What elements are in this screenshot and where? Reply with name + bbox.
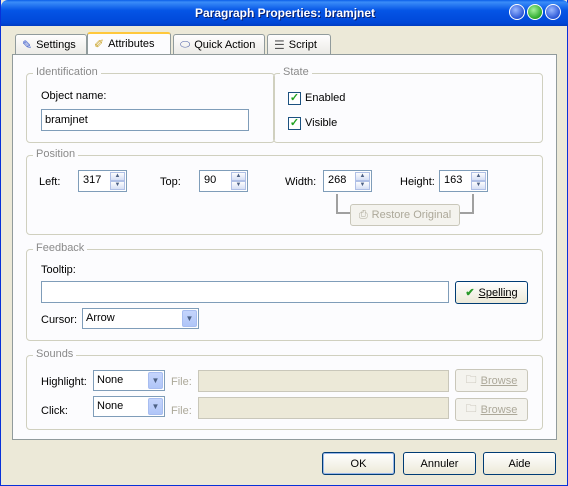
left-label: Left: <box>39 176 61 188</box>
folder-icon: 🗀 <box>465 403 477 415</box>
disk-icon: ⬭ <box>180 37 191 51</box>
window-title: Paragraph Properties: bramjnet <box>194 6 376 20</box>
spin-up-icon[interactable]: ▲ <box>471 172 486 181</box>
object-name-label: Object name: <box>41 90 107 102</box>
tooltip-input[interactable] <box>41 281 449 303</box>
highlight-file-input[interactable] <box>198 370 449 392</box>
browse-label: Browse <box>480 374 518 387</box>
left-value: 317 <box>83 174 102 186</box>
feedback-legend: Feedback <box>33 242 88 254</box>
ok-button[interactable]: OK <box>322 452 395 475</box>
spin-down-icon[interactable]: ▼ <box>231 181 246 190</box>
top-spinner[interactable]: 90 ▲ ▼ <box>199 170 248 192</box>
tab-settings[interactable]: ✎ Settings <box>15 34 87 54</box>
tab-script[interactable]: ☰ Script <box>267 34 331 54</box>
position-legend: Position <box>33 148 79 160</box>
cancel-label: Annuler <box>420 457 459 470</box>
highlight-browse-button[interactable]: 🗀 Browse <box>455 369 528 392</box>
checkmark-icon: ✔ <box>465 287 475 299</box>
spin-up-icon[interactable]: ▲ <box>231 172 246 181</box>
click-file-input[interactable] <box>198 397 449 419</box>
visible-label: Visible <box>305 117 338 129</box>
click-sound-value: None <box>97 400 124 412</box>
tab-attributes[interactable]: ✐ Attributes <box>87 32 171 54</box>
tab-script-label: Script <box>288 38 317 51</box>
width-value: 268 <box>328 174 347 186</box>
spin-down-icon[interactable]: ▼ <box>355 181 370 190</box>
height-value: 163 <box>444 174 463 186</box>
cursor-select[interactable]: Arrow ▼ <box>82 308 199 329</box>
highlight-file-label: File: <box>171 376 192 388</box>
chevron-down-icon[interactable]: ▼ <box>182 310 197 327</box>
width-label: Width: <box>285 176 317 188</box>
cursor-label: Cursor: <box>41 314 78 326</box>
top-value: 90 <box>204 174 217 186</box>
restore-original-button[interactable]: ⎙ Restore Original <box>350 204 460 226</box>
visible-checkbox[interactable]: ✓ <box>288 117 301 130</box>
cursor-value: Arrow <box>86 312 115 324</box>
height-label: Height: <box>400 176 435 188</box>
click-sound-select[interactable]: None ▼ <box>93 396 165 417</box>
state-group: State ✓ Enabled ✓ Visible <box>273 66 543 143</box>
spelling-button[interactable]: ✔ Spelling <box>455 281 528 304</box>
folder-icon: 🗀 <box>465 374 477 386</box>
enabled-checkbox[interactable]: ✓ <box>288 92 301 105</box>
sounds-legend: Sounds <box>33 348 77 360</box>
maximize-button[interactable] <box>527 4 543 20</box>
height-spinner[interactable]: 163 ▲ ▼ <box>439 170 488 192</box>
restore-icon: ⎙ <box>358 208 368 221</box>
ok-label: OK <box>350 457 367 470</box>
help-label: Aide <box>508 457 531 470</box>
click-label: Click: <box>41 405 68 417</box>
chevron-down-icon[interactable]: ▼ <box>148 372 163 389</box>
tab-quick-action-label: Quick Action <box>194 38 256 51</box>
object-name-input[interactable]: bramjnet <box>41 109 249 131</box>
spin-up-icon[interactable]: ▲ <box>110 172 125 181</box>
click-file-label: File: <box>171 405 192 417</box>
brush-icon: ✎ <box>22 37 33 52</box>
spin-down-icon[interactable]: ▼ <box>110 181 125 190</box>
restore-original-label: Restore Original <box>371 209 452 221</box>
tooltip-label: Tooltip: <box>41 264 76 276</box>
identification-legend: Identification <box>33 66 101 78</box>
left-spinner[interactable]: 317 ▲ ▼ <box>78 170 127 192</box>
highlight-label: Highlight: <box>41 376 87 388</box>
feedback-group: Feedback Tooltip: ✔ Spelling Cursor: Arr… <box>26 242 543 341</box>
sounds-group: Sounds Highlight: None ▼ File: 🗀 Browse … <box>26 348 543 430</box>
script-icon: ☰ <box>274 37 285 52</box>
title-bar[interactable]: Paragraph Properties: bramjnet <box>1 0 568 26</box>
enabled-label: Enabled <box>305 92 346 104</box>
highlight-sound-value: None <box>97 374 124 386</box>
highlight-sound-select[interactable]: None ▼ <box>93 370 165 391</box>
pencil-icon: ✐ <box>94 37 105 51</box>
dialog-window: Paragraph Properties: bramjnet ✎ Setting… <box>0 0 568 486</box>
help-button[interactable]: Aide <box>483 452 556 475</box>
tab-quick-action[interactable]: ⬭ Quick Action <box>173 34 265 54</box>
click-browse-button[interactable]: 🗀 Browse <box>455 398 528 421</box>
close-button[interactable] <box>545 4 561 20</box>
attributes-panel: Identification Object name: bramjnet Sta… <box>12 54 557 440</box>
identification-group: Identification Object name: bramjnet <box>26 66 275 143</box>
spin-down-icon[interactable]: ▼ <box>471 181 486 190</box>
cancel-button[interactable]: Annuler <box>403 452 476 475</box>
spelling-label: Spelling <box>478 286 518 299</box>
tab-settings-label: Settings <box>36 38 76 51</box>
top-label: Top: <box>160 176 181 188</box>
chevron-down-icon[interactable]: ▼ <box>148 398 163 415</box>
tab-attributes-label: Attributes <box>108 38 155 50</box>
minimize-button[interactable] <box>509 4 525 20</box>
width-spinner[interactable]: 268 ▲ ▼ <box>323 170 372 192</box>
position-group: Position Left: 317 ▲ ▼ Top: 90 ▲ ▼ Width: … <box>26 148 543 235</box>
spin-up-icon[interactable]: ▲ <box>355 172 370 181</box>
state-legend: State <box>280 66 312 78</box>
browse-label: Browse <box>480 403 518 416</box>
